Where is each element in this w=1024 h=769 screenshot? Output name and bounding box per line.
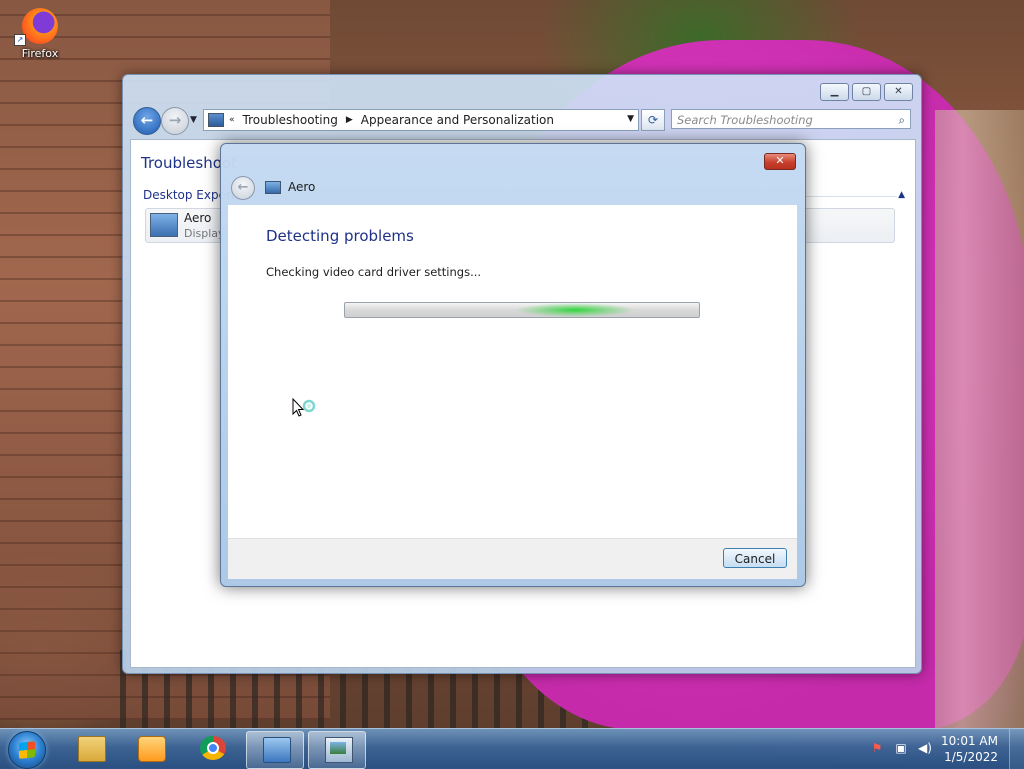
item-name: Aero — [184, 211, 212, 225]
maximize-button[interactable]: ▢ — [852, 83, 881, 101]
search-placeholder: Search Troubleshooting — [677, 113, 813, 127]
troubleshooter-dialog: ✕ ← Aero Detecting problems Checking vid… — [220, 143, 806, 587]
media-player-icon — [138, 736, 166, 762]
dialog-back-button[interactable]: ← — [231, 176, 255, 200]
action-center-flag-icon[interactable]: ⚑ — [870, 741, 884, 755]
dialog-body: Detecting problems Checking video card d… — [228, 205, 797, 538]
navigation-bar: ← → ▼ « Troubleshooting ▶ Appearance and… — [131, 107, 913, 135]
breadcrumb-appearance[interactable]: Appearance and Personalization — [361, 113, 554, 127]
forward-arrow-icon: → — [168, 111, 182, 129]
taskbar: ⚑ ▣ ◀) 10:01 AM 1/5/2022 — [0, 728, 1024, 769]
taskbar-windows-explorer[interactable] — [62, 731, 118, 767]
wallpaper-fence-post — [935, 110, 1024, 730]
shortcut-arrow-icon: ↗ — [14, 34, 26, 46]
breadcrumb-separator-icon[interactable]: ▶ — [346, 115, 353, 125]
progress-marquee — [515, 303, 635, 317]
magnifier-icon[interactable]: ⌕ — [899, 110, 905, 130]
dialog-status-text: Checking video card driver settings... — [266, 265, 482, 279]
close-icon: ✕ — [775, 154, 785, 167]
chrome-icon — [200, 736, 226, 760]
system-tray: ⚑ ▣ ◀) 10:01 AM 1/5/2022 — [864, 729, 1024, 769]
taskbar-control-panel[interactable] — [246, 731, 304, 769]
folder-icon — [78, 736, 106, 762]
progress-bar — [344, 302, 700, 318]
network-icon[interactable]: ▣ — [894, 741, 908, 755]
show-desktop-button[interactable] — [1009, 729, 1024, 769]
address-dropdown-icon[interactable]: ▼ — [627, 114, 634, 124]
busy-cursor-icon — [292, 398, 316, 417]
minimize-button[interactable]: ▁ — [820, 83, 849, 101]
back-arrow-icon: ← — [140, 111, 154, 129]
taskbar-troubleshooting[interactable] — [308, 731, 366, 769]
control-panel-icon — [263, 737, 291, 763]
window-caption-buttons: ▁ ▢ ✕ — [820, 83, 913, 101]
dialog-heading: Detecting problems — [266, 227, 414, 245]
collapse-group-icon[interactable]: ▲ — [898, 190, 905, 200]
firefox-icon — [22, 8, 58, 44]
taskbar-chrome[interactable] — [184, 731, 240, 767]
search-input[interactable]: Search Troubleshooting ⌕ — [671, 109, 911, 129]
close-button[interactable]: ✕ — [884, 83, 913, 101]
start-button[interactable] — [8, 731, 46, 769]
refresh-icon: ⟳ — [647, 113, 659, 127]
dialog-footer: Cancel — [228, 538, 797, 579]
troubleshooting-icon — [325, 737, 353, 763]
item-description: Display — [184, 227, 225, 240]
control-panel-icon — [208, 113, 224, 127]
address-bar[interactable]: « Troubleshooting ▶ Appearance and Perso… — [203, 109, 639, 131]
windows-start-icon — [19, 741, 35, 759]
breadcrumb-overflow[interactable]: « — [229, 115, 235, 125]
back-arrow-icon: ← — [237, 180, 249, 195]
breadcrumb-troubleshooting[interactable]: Troubleshooting — [243, 113, 338, 127]
dialog-close-button[interactable]: ✕ — [764, 153, 796, 170]
clock-date[interactable]: 1/5/2022 — [944, 750, 998, 764]
refresh-button[interactable]: ⟳ — [641, 109, 665, 131]
aero-app-icon — [265, 181, 281, 194]
volume-icon[interactable]: ◀) — [918, 741, 932, 755]
taskbar-media-player[interactable] — [122, 731, 178, 767]
dialog-title: Aero — [288, 180, 316, 194]
recent-pages-button[interactable]: ▼ — [190, 115, 197, 125]
desktop-icon-firefox[interactable]: ↗ Firefox — [12, 6, 68, 72]
clock-time[interactable]: 10:01 AM — [941, 734, 998, 748]
aero-troubleshooter-icon — [150, 213, 178, 237]
cancel-button[interactable]: Cancel — [723, 548, 787, 568]
forward-button[interactable]: → — [161, 107, 189, 135]
desktop-icon-label: Firefox — [21, 47, 59, 60]
back-button[interactable]: ← — [133, 107, 161, 135]
